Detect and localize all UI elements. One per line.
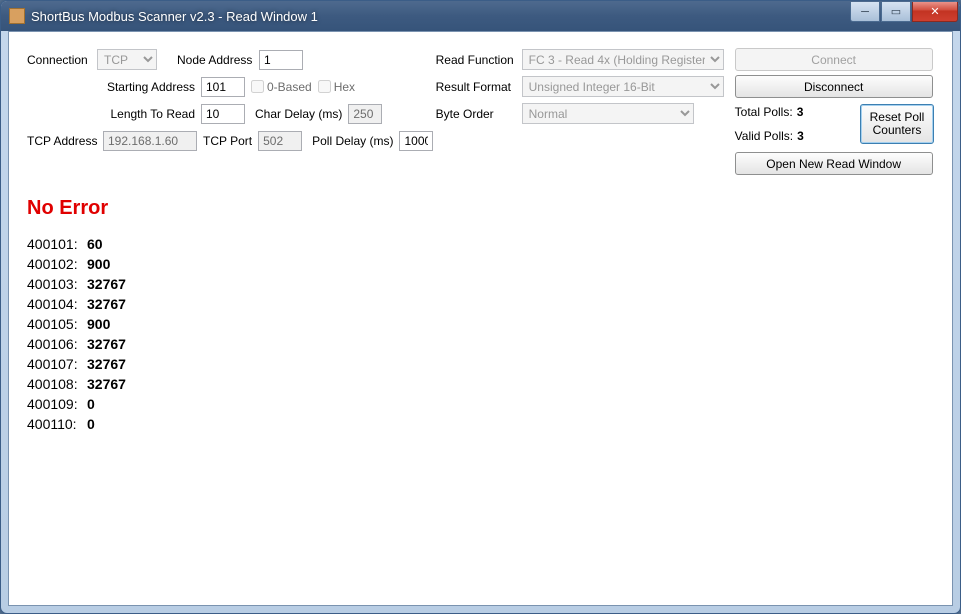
disconnect-button[interactable]: Disconnect <box>735 75 933 98</box>
starting-address-label: Starting Address <box>99 80 195 94</box>
node-address-label: Node Address <box>177 53 253 67</box>
register-address: 400109: <box>27 394 87 414</box>
reset-poll-counters-button[interactable]: Reset Poll Counters <box>860 104 934 144</box>
register-address: 400110: <box>27 414 87 434</box>
register-row: 400102:900 <box>27 254 934 274</box>
tcp-port-label: TCP Port <box>203 134 252 148</box>
register-value: 0 <box>87 394 95 414</box>
register-value: 32767 <box>87 374 126 394</box>
register-value: 32767 <box>87 354 126 374</box>
register-value: 0 <box>87 414 95 434</box>
tcp-address-input <box>103 131 197 151</box>
valid-polls-line: Valid Polls:3 <box>735 124 852 148</box>
register-value: 60 <box>87 234 103 254</box>
register-address: 400106: <box>27 334 87 354</box>
register-address: 400107: <box>27 354 87 374</box>
register-row: 400109:0 <box>27 394 934 414</box>
poll-delay-input[interactable] <box>399 131 433 151</box>
poll-delay-label: Poll Delay (ms) <box>312 134 393 148</box>
register-address: 400101: <box>27 234 87 254</box>
register-row: 400104:32767 <box>27 294 934 314</box>
register-address: 400102: <box>27 254 87 274</box>
client-area: Connection TCP Node Address Starting Add… <box>8 31 953 606</box>
connection-label: Connection <box>27 53 91 67</box>
minimize-button[interactable]: ─ <box>850 2 880 22</box>
register-row: 400108:32767 <box>27 374 934 394</box>
byte-order-label: Byte Order <box>436 107 516 121</box>
read-function-label: Read Function <box>436 53 516 67</box>
register-row: 400107:32767 <box>27 354 934 374</box>
read-function-select[interactable]: FC 3 - Read 4x (Holding Registers) <box>522 49 724 70</box>
byte-order-select[interactable]: Normal <box>522 103 694 124</box>
total-polls-line: Total Polls:3 <box>735 100 852 124</box>
register-row: 400106:32767 <box>27 334 934 354</box>
app-window: ShortBus Modbus Scanner v2.3 - Read Wind… <box>0 0 961 614</box>
length-to-read-label: Length To Read <box>99 107 195 121</box>
window-controls: ─ ▭ ✕ <box>850 2 958 22</box>
char-delay-label: Char Delay (ms) <box>255 107 342 121</box>
result-format-select[interactable]: Unsigned Integer 16-Bit <box>522 76 724 97</box>
register-address: 400103: <box>27 274 87 294</box>
status-text: No Error <box>27 197 934 220</box>
length-to-read-input[interactable] <box>201 104 245 124</box>
register-value: 900 <box>87 314 110 334</box>
window-title: ShortBus Modbus Scanner v2.3 - Read Wind… <box>31 9 850 24</box>
connection-select[interactable]: TCP <box>97 49 157 70</box>
register-row: 400105:900 <box>27 314 934 334</box>
titlebar[interactable]: ShortBus Modbus Scanner v2.3 - Read Wind… <box>1 1 960 31</box>
starting-address-input[interactable] <box>201 77 245 97</box>
register-value: 32767 <box>87 334 126 354</box>
register-row: 400110:0 <box>27 414 934 434</box>
maximize-button[interactable]: ▭ <box>881 2 911 22</box>
char-delay-input <box>348 104 382 124</box>
result-format-label: Result Format <box>436 80 516 94</box>
register-address: 400105: <box>27 314 87 334</box>
register-value: 32767 <box>87 274 126 294</box>
node-address-input[interactable] <box>259 50 303 70</box>
register-value: 32767 <box>87 294 126 314</box>
app-icon <box>9 8 25 24</box>
close-button[interactable]: ✕ <box>912 2 958 22</box>
register-row: 400103:32767 <box>27 274 934 294</box>
open-new-read-window-button[interactable]: Open New Read Window <box>735 152 933 175</box>
tcp-port-input <box>258 131 302 151</box>
connect-button: Connect <box>735 48 933 71</box>
register-row: 400101:60 <box>27 234 934 254</box>
tcp-address-label: TCP Address <box>27 134 97 148</box>
hex-checkbox[interactable]: Hex <box>318 80 355 94</box>
zero-based-checkbox[interactable]: 0-Based <box>251 80 312 94</box>
register-address: 400104: <box>27 294 87 314</box>
register-address: 400108: <box>27 374 87 394</box>
register-list: 400101:60400102:900400103:32767400104:32… <box>27 234 934 434</box>
register-value: 900 <box>87 254 110 274</box>
